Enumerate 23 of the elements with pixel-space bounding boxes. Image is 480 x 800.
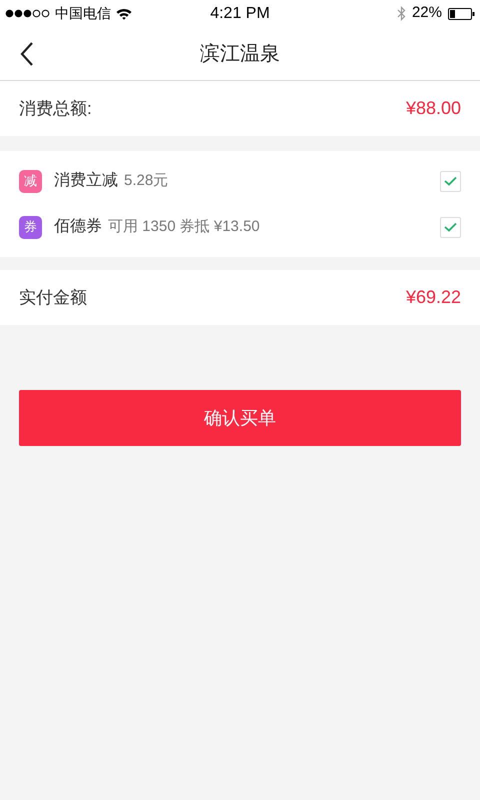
total-amount: ¥88.00: [406, 97, 461, 120]
page-title: 滨江温泉: [200, 42, 280, 66]
battery-percent: 22%: [412, 3, 442, 24]
discount-detail: 5.28元: [124, 170, 168, 191]
battery-icon: [448, 8, 475, 20]
signal-icon: [5, 9, 51, 18]
check-icon: [444, 176, 457, 186]
bluetooth-icon: [396, 6, 406, 21]
discount-name: 消费立减: [54, 170, 118, 191]
wifi-icon: [116, 8, 132, 20]
check-icon: [444, 222, 457, 232]
total-label: 消费总额:: [19, 98, 92, 120]
payable-amount: ¥69.22: [406, 286, 461, 309]
status-time: 4:21 PM: [210, 4, 270, 24]
carrier-name: 中国电信: [55, 4, 111, 23]
discount-name: 佰德券: [54, 216, 102, 237]
payable-label: 实付金额: [19, 286, 87, 309]
confirm-button[interactable]: 确认买单: [19, 390, 461, 446]
checkbox[interactable]: [440, 170, 461, 192]
checkbox[interactable]: [440, 216, 461, 238]
discount-detail: 可用 1350 券抵 ¥13.50: [108, 216, 260, 237]
badge-label: 减: [19, 170, 42, 192]
badge-label: 券: [19, 216, 42, 238]
